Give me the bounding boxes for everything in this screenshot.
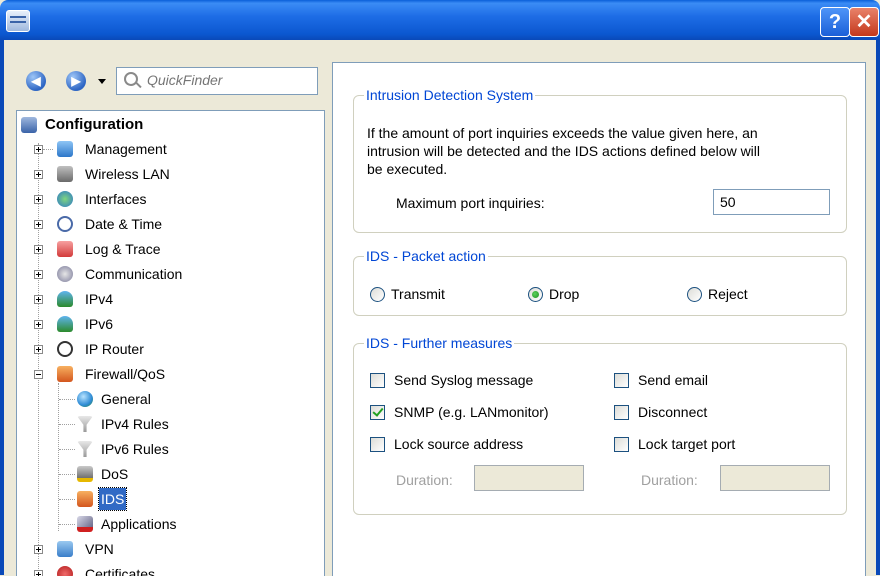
quickfinder-input[interactable] xyxy=(147,71,307,89)
further-measures-group: IDS - Further measures Send Syslog messa… xyxy=(353,334,847,515)
ids-description-line1: If the amount of port inquiries exceeds … xyxy=(367,125,758,141)
expand-icon[interactable] xyxy=(34,245,43,254)
clock-icon xyxy=(57,216,73,232)
expand-icon[interactable] xyxy=(34,220,43,229)
settings-panel: Intrusion Detection System If the amount… xyxy=(332,62,866,576)
config-tree[interactable]: Configuration Management Wireless LAN In… xyxy=(16,110,325,576)
transmit-radio[interactable] xyxy=(370,287,385,302)
target-duration-label: Duration: xyxy=(641,472,698,488)
filter-icon xyxy=(77,441,93,457)
source-duration-label: Duration: xyxy=(396,472,453,488)
reject-label: Reject xyxy=(708,286,748,302)
tree-root-label: Configuration xyxy=(45,116,144,133)
tree-item-label: Management xyxy=(85,141,167,157)
lock-target-label: Lock target port xyxy=(638,436,736,452)
reject-radio[interactable] xyxy=(687,287,702,302)
drop-label: Drop xyxy=(549,286,580,302)
globe-icon xyxy=(77,391,93,407)
max-port-inquiries-input[interactable]: 50 xyxy=(713,189,830,215)
vpn-icon xyxy=(57,541,73,557)
tree-line xyxy=(58,383,59,531)
tree-item-label: Communication xyxy=(85,266,183,282)
history-dropdown-icon[interactable] xyxy=(98,79,106,84)
ipv6-icon xyxy=(57,316,73,332)
max-port-inquiries-label: Maximum port inquiries: xyxy=(396,195,545,211)
lock-source-label: Lock source address xyxy=(394,436,524,452)
ids-icon xyxy=(77,491,93,507)
tree-item-label: IP Router xyxy=(85,341,144,357)
firewall-icon xyxy=(57,366,73,382)
quickfinder-box[interactable] xyxy=(116,67,318,95)
packet-action-group-title: IDS - Packet action xyxy=(364,247,488,265)
tree-item-label: DoS xyxy=(101,466,129,482)
tree-item-label: IPv6 Rules xyxy=(101,441,169,457)
tree-item-label: IPv6 xyxy=(85,316,114,332)
expand-icon[interactable] xyxy=(34,145,43,154)
ids-description-line3: be executed. xyxy=(367,161,448,177)
send-email-checkbox[interactable] xyxy=(614,373,629,388)
drop-radio[interactable] xyxy=(528,287,543,302)
lock-source-checkbox[interactable] xyxy=(370,437,385,452)
send-email-label: Send email xyxy=(638,372,709,388)
expand-icon[interactable] xyxy=(34,345,43,354)
filter-icon xyxy=(77,416,93,432)
snmp-label: SNMP (e.g. LANmonitor) xyxy=(394,404,549,420)
applications-icon xyxy=(77,516,93,532)
expand-icon[interactable] xyxy=(34,320,43,329)
window-frame-right xyxy=(876,40,880,575)
disconnect-label: Disconnect xyxy=(638,404,708,420)
communication-icon xyxy=(57,266,73,282)
help-button[interactable]: ? xyxy=(820,7,850,37)
send-syslog-label: Send Syslog message xyxy=(394,372,534,388)
disconnect-checkbox[interactable] xyxy=(614,405,629,420)
expand-icon[interactable] xyxy=(34,270,43,279)
expand-icon[interactable] xyxy=(34,195,43,204)
tree-item-label: IPv4 xyxy=(85,291,114,307)
transmit-label: Transmit xyxy=(391,286,445,302)
expand-icon[interactable] xyxy=(34,295,43,304)
close-button[interactable]: ✕ xyxy=(849,7,879,37)
tree-item-label: IPv4 Rules xyxy=(101,416,169,432)
tree-item-label: General xyxy=(101,391,151,407)
router-icon xyxy=(57,341,73,357)
snmp-checkbox[interactable] xyxy=(370,405,385,420)
expand-icon[interactable] xyxy=(34,570,43,576)
further-measures-group-title: IDS - Further measures xyxy=(364,334,515,352)
tree-item-label: Applications xyxy=(101,516,177,532)
dos-icon xyxy=(77,466,93,482)
log-icon xyxy=(57,241,73,257)
expand-icon[interactable] xyxy=(34,545,43,554)
target-duration-input xyxy=(720,465,830,491)
send-syslog-checkbox[interactable] xyxy=(370,373,385,388)
ipv4-icon xyxy=(57,291,73,307)
lock-target-checkbox[interactable] xyxy=(614,437,629,452)
collapse-icon[interactable] xyxy=(34,370,43,379)
source-duration-input xyxy=(474,465,584,491)
ids-group: Intrusion Detection System If the amount… xyxy=(353,86,847,233)
packet-action-group: IDS - Packet action Transmit Drop Reject xyxy=(353,247,847,316)
wireless-lan-icon xyxy=(57,166,73,182)
interfaces-icon xyxy=(57,191,73,207)
tree-item-label: IDS xyxy=(97,487,128,511)
window-menu-icon[interactable] xyxy=(6,10,30,32)
tree-line xyxy=(38,143,39,576)
tree-item-label: VPN xyxy=(85,541,114,557)
tree-item-label: Certificates xyxy=(85,566,156,576)
management-icon xyxy=(57,141,73,157)
tree-item-label: Log & Trace xyxy=(85,241,161,257)
tree-item-label: Date & Time xyxy=(85,216,163,232)
tree-item-label: Interfaces xyxy=(85,191,147,207)
configuration-icon xyxy=(21,117,37,133)
title-bar: ? ✕ xyxy=(0,0,880,40)
tree-item-label: Firewall/QoS xyxy=(85,366,166,382)
back-arrow-icon[interactable]: ◀ xyxy=(26,71,46,91)
ids-group-title: Intrusion Detection System xyxy=(364,86,536,104)
ids-description-line2: intrusion will be detected and the IDS a… xyxy=(367,143,761,159)
expand-icon[interactable] xyxy=(34,170,43,179)
forward-arrow-icon[interactable]: ▶ xyxy=(66,71,86,91)
window-frame-left xyxy=(0,40,4,575)
search-icon xyxy=(124,72,138,86)
tree-item-label: Wireless LAN xyxy=(85,166,170,182)
